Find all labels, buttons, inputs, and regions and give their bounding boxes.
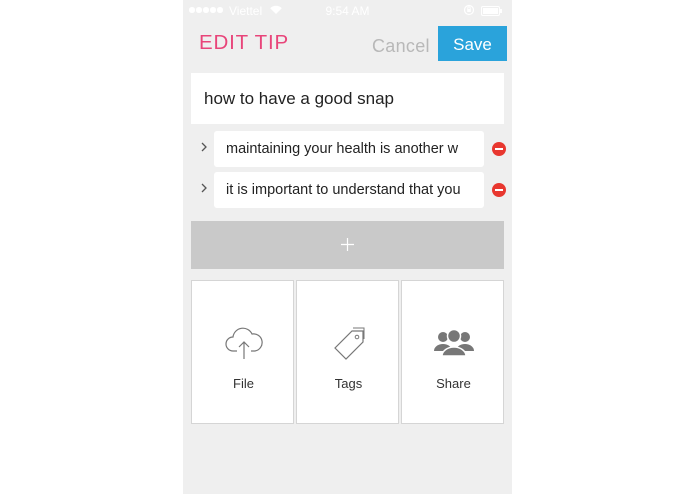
- status-bar: Viettel 9:54 AM: [183, 0, 512, 22]
- tag-icon: [297, 325, 400, 365]
- share-action-button[interactable]: Share: [401, 280, 504, 424]
- file-action-button[interactable]: File: [191, 280, 294, 424]
- tip-item-row: maintaining your health is another w: [191, 131, 506, 167]
- tip-item-row: it is important to understand that you: [191, 172, 506, 208]
- share-label: Share: [436, 376, 471, 391]
- group-share-icon: [402, 325, 505, 365]
- page-title: EDIT TIP: [199, 31, 289, 54]
- tip-item-input[interactable]: maintaining your health is another w: [214, 131, 484, 167]
- chevron-right-icon[interactable]: [199, 181, 209, 195]
- phone-screen: Viettel 9:54 AM EDIT TIP Cancel Save how…: [183, 0, 512, 494]
- tip-item-input[interactable]: it is important to understand that you: [214, 172, 484, 208]
- plus-icon: [341, 238, 354, 251]
- file-label: File: [233, 376, 254, 391]
- cancel-button[interactable]: Cancel: [372, 36, 430, 57]
- remove-minus-icon[interactable]: [492, 183, 506, 197]
- tip-title-input[interactable]: how to have a good snap: [191, 73, 504, 124]
- tags-action-button[interactable]: Tags: [296, 280, 399, 424]
- chevron-right-icon[interactable]: [199, 140, 209, 154]
- remove-minus-icon[interactable]: [492, 142, 506, 156]
- tags-label: Tags: [334, 376, 363, 391]
- cloud-upload-icon: [192, 325, 295, 365]
- add-item-button[interactable]: [191, 221, 504, 269]
- battery-icon: [481, 6, 502, 16]
- save-button[interactable]: Save: [438, 26, 507, 61]
- rotation-lock-icon: [463, 4, 475, 19]
